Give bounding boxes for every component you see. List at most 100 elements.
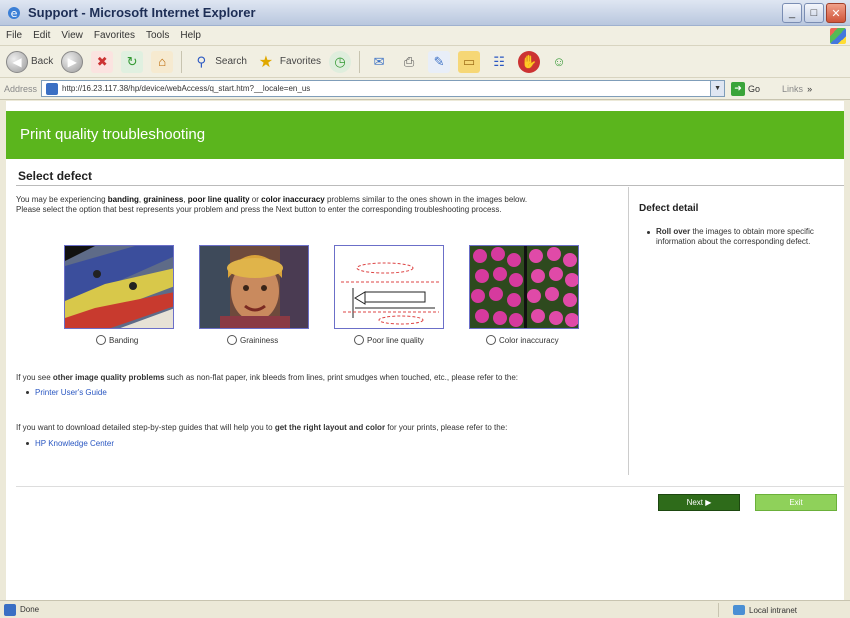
search-button[interactable]: ⚲ Search bbox=[190, 51, 247, 73]
intro-bold-poor-line: poor line quality bbox=[187, 195, 250, 204]
menu-edit[interactable]: Edit bbox=[33, 30, 50, 41]
other-bold: other image quality problems bbox=[52, 373, 165, 382]
maximize-button[interactable]: □ bbox=[804, 3, 824, 23]
poor-line-quality-image[interactable] bbox=[334, 245, 444, 329]
links-chevron-icon[interactable]: » bbox=[807, 84, 812, 94]
intro-text: You may be experiencing banding, grainin… bbox=[16, 195, 620, 215]
folder-icon[interactable]: ▭ bbox=[458, 50, 481, 73]
next-button[interactable]: Next ▶ bbox=[658, 494, 740, 511]
bullet-icon bbox=[647, 231, 650, 234]
menu-view[interactable]: View bbox=[61, 30, 83, 41]
defect-detail-bold: Roll over bbox=[656, 227, 691, 236]
menu-favorites[interactable]: Favorites bbox=[94, 30, 135, 41]
other-text-part: such as non-flat paper, ink bleeds from … bbox=[164, 373, 519, 382]
radio-label-poor-line-quality: Poor line quality bbox=[367, 335, 424, 345]
radio-banding[interactable]: Banding bbox=[96, 335, 138, 345]
toolbar: ◀ Back ▶ ✖ ↻ ⌂ ⚲ Search ★ Favorites ◷ ✉ … bbox=[0, 46, 850, 78]
address-label: Address bbox=[4, 83, 38, 94]
address-dropdown-icon[interactable]: ▼ bbox=[710, 81, 725, 96]
messenger-icon[interactable]: ☺ bbox=[548, 51, 570, 73]
radio-graininess[interactable]: Graininess bbox=[227, 335, 278, 345]
radio-color-inaccuracy[interactable]: Color inaccuracy bbox=[486, 335, 559, 345]
list-item: HP Knowledge Center bbox=[26, 439, 114, 448]
footer-divider bbox=[16, 486, 844, 487]
radio-poor-line-quality[interactable]: Poor line quality bbox=[354, 335, 424, 345]
security-zone: Local intranet bbox=[718, 603, 844, 617]
search-label: Search bbox=[215, 56, 247, 67]
download-bold: get the right layout and color bbox=[274, 423, 386, 432]
mail-icon[interactable]: ✉ bbox=[368, 51, 390, 73]
menu-file[interactable]: File bbox=[6, 30, 22, 41]
close-button[interactable]: ✕ bbox=[826, 3, 846, 23]
star-icon: ★ bbox=[258, 53, 274, 71]
menu-bar: File Edit View Favorites Tools Help bbox=[0, 26, 850, 46]
page-done-icon bbox=[4, 603, 16, 616]
defect-detail-body: Roll over the images to obtain more spec… bbox=[656, 227, 843, 247]
local-intranet-icon bbox=[733, 605, 745, 615]
back-button[interactable]: ◀ Back bbox=[6, 50, 53, 73]
radio-label-graininess: Graininess bbox=[240, 335, 279, 345]
download-guides-text: If you want to download detailed step-by… bbox=[16, 423, 620, 432]
graininess-image[interactable] bbox=[199, 245, 309, 329]
main-panel: You may be experiencing banding, grainin… bbox=[16, 193, 624, 483]
graininess-picture bbox=[200, 246, 308, 328]
menu-help[interactable]: Help bbox=[180, 30, 201, 41]
links-button[interactable]: Links bbox=[782, 84, 803, 94]
defect-detail-text: Roll over the images to obtain more spec… bbox=[647, 227, 843, 247]
toolbar-separator bbox=[359, 50, 361, 73]
radio-circle[interactable] bbox=[354, 335, 364, 345]
menu-tools[interactable]: Tools bbox=[146, 30, 169, 41]
go-arrow-icon: ➜ bbox=[731, 81, 746, 96]
radio-circle[interactable] bbox=[227, 335, 237, 345]
page-favicon-icon bbox=[46, 82, 59, 95]
go-label: Go bbox=[748, 83, 761, 94]
forward-arrow-icon: ▶ bbox=[61, 50, 84, 73]
banding-picture bbox=[65, 246, 173, 328]
hp-knowledge-center-link[interactable]: HP Knowledge Center bbox=[35, 439, 114, 448]
title-bar: e Support - Microsoft Internet Explorer … bbox=[0, 0, 850, 26]
address-url: http://16.23.117.38/hp/device/webAccess/… bbox=[62, 84, 311, 93]
intro-line-2: Please select the option that best repre… bbox=[16, 205, 502, 214]
stop-icon[interactable]: ✖ bbox=[91, 50, 114, 73]
favorites-button[interactable]: ★ Favorites bbox=[255, 51, 321, 73]
address-input[interactable]: http://16.23.117.38/hp/device/webAccess/… bbox=[41, 80, 726, 97]
svg-text:e: e bbox=[11, 7, 18, 20]
address-bar: Address http://16.23.117.38/hp/device/we… bbox=[0, 78, 850, 100]
history-icon[interactable]: ◷ bbox=[329, 50, 352, 73]
printer-users-guide-link[interactable]: Printer User's Guide bbox=[35, 388, 107, 397]
defect-detail-panel: Defect detail Roll over the images to ob… bbox=[628, 187, 844, 475]
intro-text-part: You may be experiencing bbox=[16, 195, 108, 204]
print-icon[interactable]: ⎙ bbox=[398, 51, 420, 73]
page-banner: Print quality troubleshooting bbox=[6, 111, 844, 159]
banding-image[interactable] bbox=[64, 245, 174, 329]
download-text-part: If you want to download detailed step-by… bbox=[16, 423, 275, 432]
other-text-part: If you see bbox=[16, 373, 53, 382]
other-problems-text: If you see other image quality problems … bbox=[16, 373, 620, 382]
radio-circle[interactable] bbox=[96, 335, 106, 345]
edit-icon[interactable]: ✎ bbox=[428, 50, 451, 73]
bullet-icon bbox=[26, 442, 29, 445]
go-button[interactable]: ➜ Go bbox=[731, 81, 761, 96]
favorites-label: Favorites bbox=[279, 56, 322, 67]
radio-circle[interactable] bbox=[486, 335, 496, 345]
refresh-icon[interactable]: ↻ bbox=[121, 50, 144, 73]
home-icon[interactable]: ⌂ bbox=[151, 50, 174, 73]
forward-button[interactable]: ▶ bbox=[61, 50, 84, 73]
color-inaccuracy-image[interactable] bbox=[469, 245, 579, 329]
stop-sign-icon[interactable]: ✋ bbox=[518, 50, 541, 73]
window-title: Support - Microsoft Internet Explorer bbox=[28, 5, 256, 20]
section-divider bbox=[16, 185, 844, 186]
page-content: Print quality troubleshooting Select def… bbox=[6, 101, 844, 600]
banner-title: Print quality troubleshooting bbox=[20, 126, 206, 143]
discuss-icon[interactable]: ☷ bbox=[488, 51, 510, 73]
bullet-icon bbox=[26, 391, 29, 394]
section-title: Select defect bbox=[18, 169, 93, 183]
intro-text-part: problems similar to the ones shown in th… bbox=[324, 195, 528, 204]
intro-bold-graininess: graininess bbox=[143, 195, 184, 204]
minimize-button[interactable]: _ bbox=[782, 3, 802, 23]
exit-button[interactable]: Exit bbox=[755, 494, 837, 511]
status-bar: Done Local intranet bbox=[0, 600, 850, 618]
radio-label-banding: Banding bbox=[109, 335, 139, 345]
intro-text-part: or bbox=[249, 195, 262, 204]
search-icon: ⚲ bbox=[196, 53, 206, 69]
